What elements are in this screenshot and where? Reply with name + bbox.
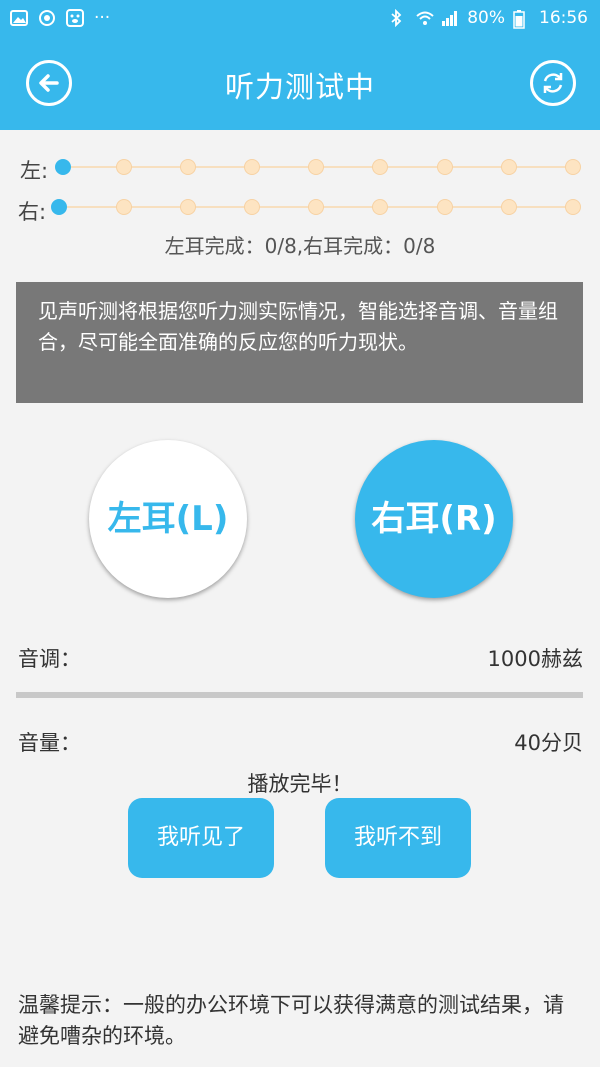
tone-label: 音调： (18, 647, 81, 671)
left-progress-dot (308, 159, 325, 175)
battery-icon (513, 9, 531, 29)
left-progress-dot (180, 159, 197, 175)
not-heard-button[interactable]: 我听不到 (325, 798, 471, 878)
left-ear-row-label: 左: (20, 159, 49, 183)
clock: 16:56 (539, 8, 588, 28)
left-progress-dot (55, 159, 71, 175)
refresh-icon (543, 73, 563, 93)
battery-percent: 80% (467, 8, 505, 28)
play-status: 播放完毕！ (247, 772, 353, 796)
divider (16, 692, 583, 698)
volume-row: 音量： 40分贝 (18, 727, 583, 757)
left-progress-dot (244, 159, 261, 175)
app-bar: 听力测试中 (0, 36, 600, 130)
bluetooth-icon (389, 8, 407, 28)
tone-value: 1000赫兹 (487, 647, 583, 671)
left-progress-dot (372, 159, 389, 175)
info-box: 见声听测将根据您听力测实际情况，智能选择音调、音量组合，尽可能全面准确的反应您的… (16, 282, 583, 403)
signal-icon (441, 9, 459, 27)
left-ear-button[interactable]: 左耳(L) (89, 440, 247, 598)
more-notifications: ··· (94, 8, 111, 28)
right-ear-button[interactable]: 右耳(R) (355, 440, 513, 598)
sync-icon (38, 9, 56, 27)
right-progress-dot (564, 199, 581, 215)
right-progress-dot (500, 199, 517, 215)
right-progress-dot (244, 199, 261, 215)
tip-text: 温馨提示：一般的办公环境下可以获得满意的测试结果，请避免嘈杂的环境。 (18, 993, 564, 1048)
right-progress-dot (372, 199, 389, 215)
tone-row: 音调： 1000赫兹 (18, 643, 583, 673)
right-progress-dot (116, 199, 132, 215)
status-bar: ··· 80% 16:56 (0, 0, 600, 36)
image-icon (10, 9, 28, 27)
right-progress-dot (308, 199, 325, 215)
left-progress-dot (116, 159, 132, 175)
volume-label: 音量： (18, 731, 81, 755)
right-progress-dot (51, 199, 67, 215)
volume-value: 40分贝 (514, 731, 583, 755)
left-progress-dot (500, 159, 517, 175)
refresh-button[interactable] (530, 60, 576, 106)
right-ear-row-label: 右: (18, 200, 47, 224)
paw-icon (66, 9, 84, 27)
progress-summary: 左耳完成：0/8,右耳完成：0/8 (164, 234, 436, 258)
left-progress-dot (564, 159, 581, 175)
wifi-icon (415, 9, 434, 27)
page-title: 听力测试中 (224, 70, 375, 104)
right-progress-dot (180, 199, 197, 215)
right-progress-dot (436, 199, 453, 215)
left-progress-dot (436, 159, 453, 175)
heard-button[interactable]: 我听见了 (128, 798, 274, 878)
